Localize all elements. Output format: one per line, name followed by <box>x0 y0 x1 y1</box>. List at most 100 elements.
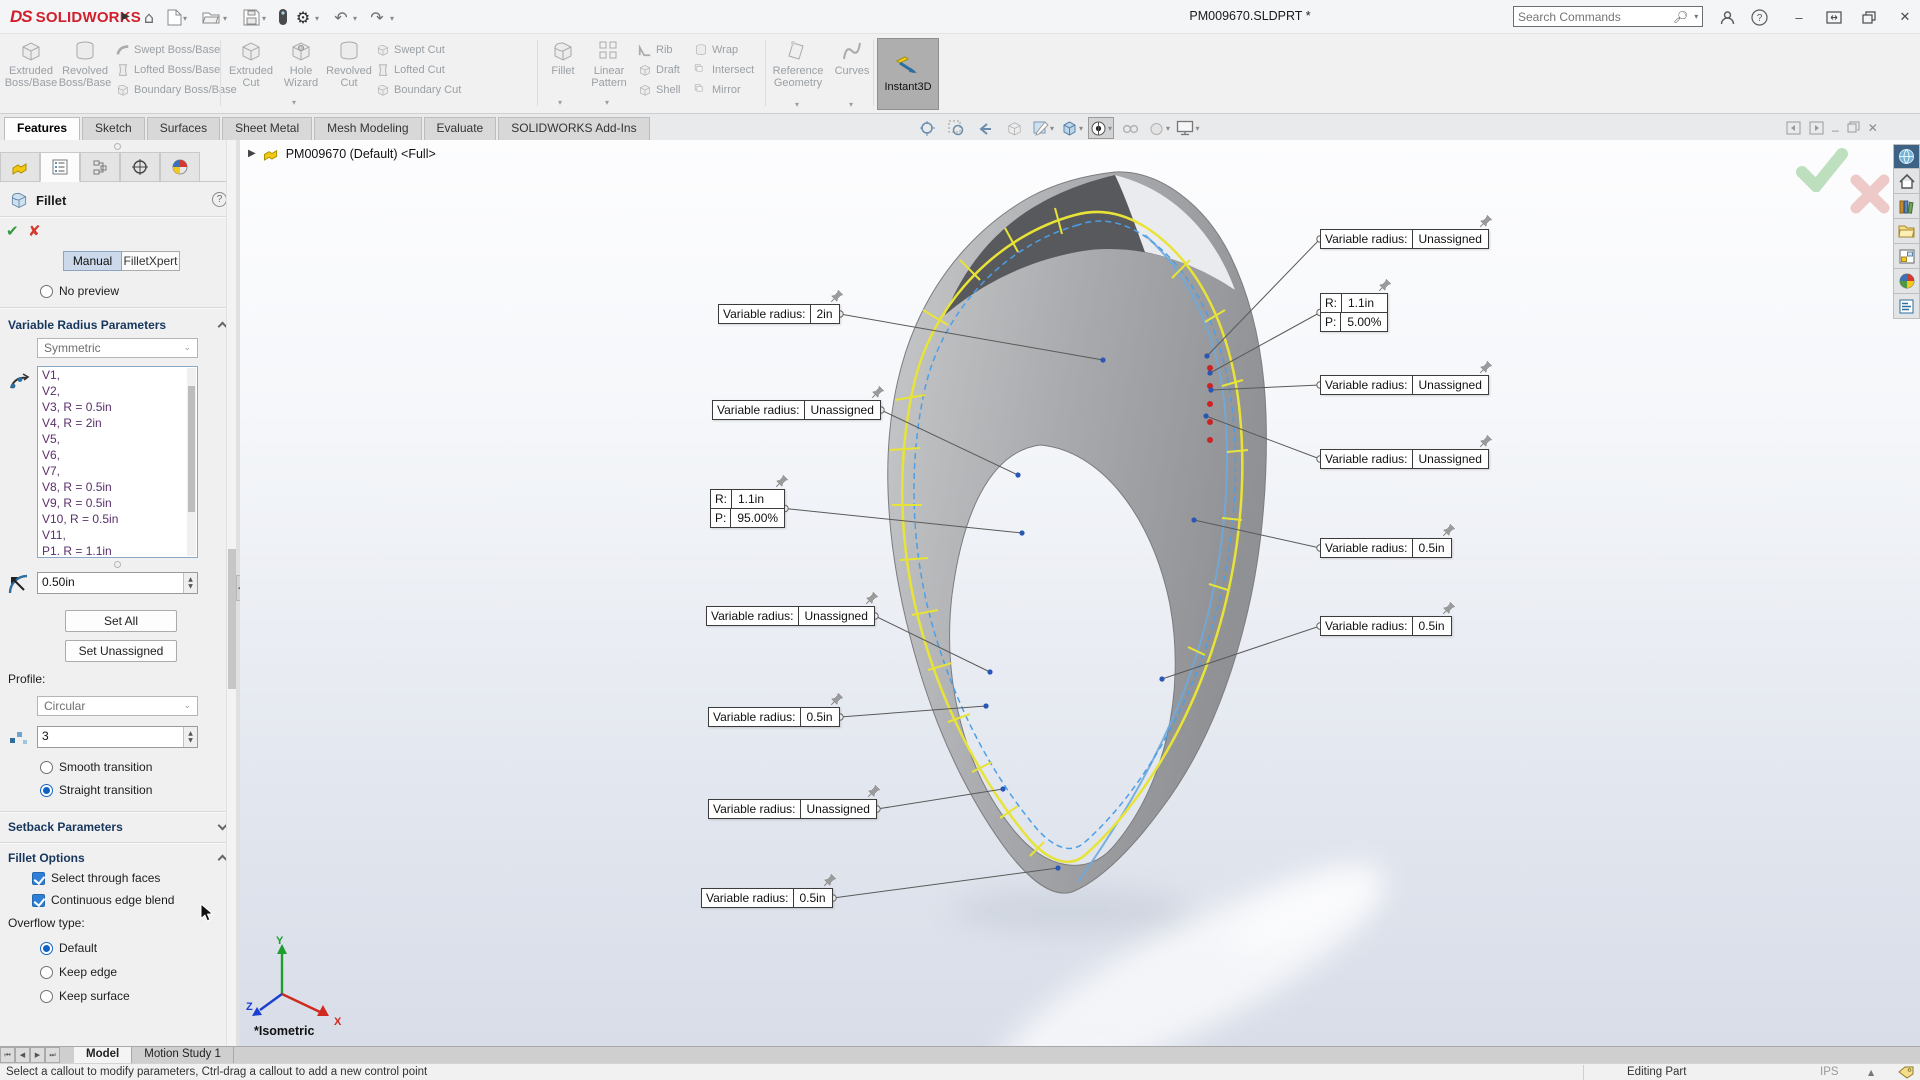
set-all-button[interactable]: Set All <box>65 610 177 632</box>
wrap-button[interactable]: Wrap <box>694 40 754 59</box>
extruded-cut-button[interactable]: Extruded Cut <box>226 39 276 89</box>
cut-group-dropdown-icon[interactable]: ▾ <box>292 98 296 107</box>
vrp-list-item[interactable]: V11, <box>38 527 197 543</box>
callout-value[interactable]: Unassigned <box>1413 376 1488 394</box>
symmetry-select[interactable]: Symmetric ⌄ <box>37 338 198 358</box>
options-dropdown-icon[interactable]: ▾ <box>315 14 319 23</box>
zoom-to-area-icon[interactable] <box>943 117 969 139</box>
window-minimize-icon[interactable]: – <box>1832 123 1839 138</box>
radius-field[interactable]: ▲▼ <box>37 572 198 594</box>
fillet-button[interactable]: Fillet <box>541 39 585 77</box>
boundary-cut-button[interactable]: Boundary Cut <box>376 80 461 99</box>
tab-mesh-modeling[interactable]: Mesh Modeling <box>314 117 422 140</box>
tab-scroll-first-icon[interactable]: ⏮ <box>0 1047 15 1063</box>
cancel-button[interactable]: ✘ <box>28 222 41 240</box>
undo-icon[interactable]: ↶ <box>330 6 352 28</box>
callout-value[interactable]: 1.1in <box>1342 294 1380 312</box>
pin-icon[interactable] <box>1378 278 1392 292</box>
new-dropdown-icon[interactable]: ▾ <box>183 14 187 23</box>
revolved-cut-button[interactable]: Revolved Cut <box>324 39 374 89</box>
straight-transition-radio[interactable] <box>40 783 53 797</box>
status-units-dropdown-icon[interactable]: ▲ <box>1868 1068 1874 1077</box>
help-icon[interactable]: ? <box>212 192 227 207</box>
open-icon[interactable] <box>200 6 222 28</box>
search-icon[interactable]: 🔎︎ <box>1673 10 1688 24</box>
tab-display-manager[interactable] <box>160 152 200 182</box>
extruded-boss-button[interactable]: Extruded Boss/Base <box>5 39 57 89</box>
overflow-default-radio[interactable] <box>40 941 53 955</box>
search-dropdown-icon[interactable]: ▾ <box>1694 12 1698 21</box>
vrp-list-item[interactable]: V9, R = 0.5in <box>38 495 197 511</box>
smooth-transition-option[interactable]: Smooth transition <box>40 760 152 774</box>
no-preview-option[interactable]: No preview <box>40 284 119 298</box>
vrp-list-item[interactable]: V5, <box>38 431 197 447</box>
variable-radius-callout[interactable]: Variable radius: Unassigned <box>1320 434 1493 469</box>
radius-input[interactable] <box>42 575 172 589</box>
dropdown-icon[interactable]: ▾ <box>1079 124 1083 133</box>
scrollbar-thumb[interactable] <box>188 386 195 512</box>
select-through-faces-checkbox[interactable] <box>32 871 45 885</box>
dropdown-icon[interactable]: ▾ <box>1195 124 1199 133</box>
section-view-icon[interactable] <box>1001 117 1027 139</box>
variable-radius-callout[interactable]: Variable radius: Unassigned <box>708 784 881 819</box>
lofted-cut-button[interactable]: Lofted Cut <box>376 60 461 79</box>
profile-select[interactable]: Circular ⌄ <box>37 696 198 716</box>
list-resize-handle[interactable] <box>114 561 121 568</box>
no-preview-radio[interactable] <box>40 284 53 298</box>
set-unassigned-button[interactable]: Set Unassigned <box>65 640 177 662</box>
callout-value[interactable]: 0.5in <box>801 708 839 726</box>
previous-view-icon[interactable] <box>972 117 998 139</box>
tab-surfaces[interactable]: Surfaces <box>146 117 221 140</box>
callout-value[interactable]: Unassigned <box>1413 450 1488 468</box>
tab-features[interactable]: Features <box>4 117 81 141</box>
variable-radius-callout[interactable]: R: 1.1in P: 5.00% <box>1320 278 1392 332</box>
vrp-list-item[interactable]: V1, <box>38 367 197 383</box>
vrp-list-item[interactable]: V8, R = 0.5in <box>38 479 197 495</box>
instance-count-field[interactable]: ▲▼ <box>37 726 198 748</box>
overflow-default-option[interactable]: Default <box>40 941 97 955</box>
pin-icon[interactable] <box>1479 434 1493 448</box>
fillet-dropdown-icon[interactable]: ▾ <box>558 98 562 107</box>
section-setback-parameters[interactable]: Setback Parameters <box>8 820 123 834</box>
status-units[interactable]: IPS <box>1820 1066 1839 1078</box>
variable-radius-callout[interactable]: Variable radius: 0.5in <box>1320 523 1455 558</box>
section-fillet-options[interactable]: Fillet Options <box>8 851 85 865</box>
window-restore-icon[interactable] <box>1847 121 1860 138</box>
tab-solidworks-add-ins[interactable]: SOLIDWORKS Add-Ins <box>498 117 650 140</box>
variable-radius-callout[interactable]: Variable radius: 0.5in <box>1320 601 1455 636</box>
pin-icon[interactable] <box>865 591 879 605</box>
ok-button[interactable]: ✔ <box>6 222 19 240</box>
revolved-boss-button[interactable]: Revolved Boss/Base <box>59 39 111 89</box>
previous-window-icon[interactable] <box>1786 121 1801 138</box>
user-account-icon[interactable] <box>1716 8 1738 26</box>
callout-value[interactable]: Unassigned <box>801 800 876 818</box>
tab-evaluate[interactable]: Evaluate <box>423 117 497 140</box>
intersect-button[interactable]: Intersect <box>694 60 754 79</box>
save-icon[interactable] <box>240 6 262 28</box>
pin-icon[interactable] <box>830 289 844 303</box>
3dexperience-icon[interactable] <box>1893 144 1920 169</box>
curves-dropdown-icon[interactable]: ▾ <box>849 100 853 109</box>
vrp-list-item[interactable]: V7, <box>38 463 197 479</box>
tab-property-manager[interactable] <box>40 152 80 182</box>
continuous-edge-blend-option[interactable]: Continuous edge blend <box>32 893 174 907</box>
linear-pattern-dropdown-icon[interactable]: ▾ <box>605 98 609 107</box>
callout-value[interactable]: 95.00% <box>731 509 784 527</box>
linear-pattern-button[interactable]: Linear Pattern <box>586 39 632 89</box>
callout-value[interactable]: Unassigned <box>1413 230 1488 248</box>
pin-icon[interactable] <box>830 692 844 706</box>
vrp-list-item[interactable]: V2, <box>38 383 197 399</box>
tab-sketch[interactable]: Sketch <box>82 117 145 140</box>
variable-radius-callout[interactable]: Variable radius: Unassigned <box>1320 360 1493 395</box>
section-variable-radius-parameters[interactable]: Variable Radius Parameters <box>8 318 166 332</box>
new-document-icon[interactable] <box>163 6 185 28</box>
view-orientation-icon[interactable]: ▾ <box>1059 117 1085 139</box>
custom-properties-icon[interactable] <box>1893 294 1920 319</box>
pin-icon[interactable] <box>775 474 789 488</box>
dropdown-icon[interactable]: ▾ <box>1050 124 1054 133</box>
expand-tree-icon[interactable]: ▶ <box>248 148 256 159</box>
edit-appearance-icon[interactable]: ▾ <box>1146 117 1172 139</box>
options-gear-icon[interactable]: ⚙ <box>292 6 314 28</box>
vrp-list-item[interactable]: V3, R = 0.5in <box>38 399 197 415</box>
help-icon[interactable]: ? <box>1748 8 1770 26</box>
